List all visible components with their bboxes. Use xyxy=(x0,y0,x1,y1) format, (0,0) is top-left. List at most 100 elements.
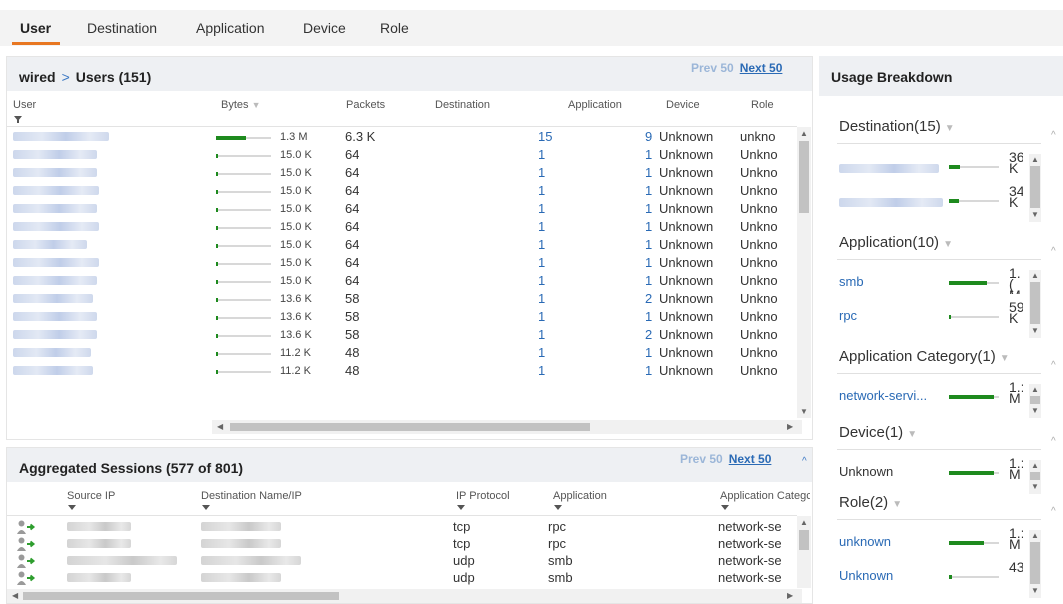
user-name-redacted[interactable] xyxy=(13,363,93,378)
section-scroll-down-icon[interactable]: ▼ xyxy=(1031,587,1039,595)
user-name-redacted[interactable] xyxy=(13,237,87,252)
application-count-link[interactable]: 1 xyxy=(645,255,652,270)
section-scroll-down-icon[interactable]: ▼ xyxy=(1031,327,1039,335)
sessions-scroll-up-icon[interactable]: ▲ xyxy=(800,519,808,527)
scroll-left-icon[interactable]: ◀ xyxy=(217,423,223,431)
section-scroll-thumb[interactable] xyxy=(1030,166,1040,208)
destination-count-link[interactable]: 1 xyxy=(538,201,568,216)
sessions-hscroll-thumb[interactable] xyxy=(23,592,339,600)
usage-item-link[interactable]: network-servi... xyxy=(839,388,927,403)
usage-section-title[interactable]: Device(1) ▼ xyxy=(839,424,917,441)
scroll-down-icon[interactable]: ▼ xyxy=(800,408,808,416)
section-scroll-up-icon[interactable]: ▲ xyxy=(1031,272,1039,280)
section-filter-icon[interactable]: ▼ xyxy=(907,429,917,440)
application-count-link[interactable]: 2 xyxy=(645,291,652,306)
table-row[interactable]: 13.6 K 58 1 2 Unknown Unkno xyxy=(13,326,803,344)
sessions-scroll-left-icon[interactable]: ◀ xyxy=(12,592,18,600)
user-name-redacted[interactable] xyxy=(13,165,97,180)
tab-role[interactable]: Role xyxy=(380,20,409,36)
application-count-link[interactable]: 2 xyxy=(645,327,652,342)
col-header-user[interactable]: User xyxy=(13,99,36,111)
col-header-destination[interactable]: Destination xyxy=(435,99,490,111)
col-header-device[interactable]: Device xyxy=(666,99,700,111)
section-scroll-thumb[interactable] xyxy=(1030,542,1040,584)
sessions-scroll-right-icon[interactable]: ▶ xyxy=(787,592,793,600)
table-row[interactable]: 1.3 M 6.3 K 15 9 Unknown unkno xyxy=(13,128,803,146)
section-scroll-down-icon[interactable]: ▼ xyxy=(1031,211,1039,219)
user-name-redacted[interactable] xyxy=(13,201,97,216)
table-row[interactable]: 11.2 K 48 1 1 Unknown Unkno xyxy=(13,344,803,362)
section-scrollbar[interactable]: ▲ ▼ xyxy=(1029,460,1041,494)
section-scroll-up-icon[interactable]: ▲ xyxy=(1031,462,1039,470)
col-header-application[interactable]: Application xyxy=(568,99,622,111)
destination-count-link[interactable]: 1 xyxy=(538,147,568,162)
users-vscroll-thumb[interactable] xyxy=(799,141,809,213)
tab-destination[interactable]: Destination xyxy=(87,20,157,36)
section-filter-icon[interactable]: ▼ xyxy=(892,499,902,510)
col-header-destination-name-ip[interactable]: Destination Name/IP xyxy=(201,490,302,502)
sessions-next-50[interactable]: Next 50 xyxy=(729,452,772,466)
table-row[interactable]: 13.6 K 58 1 2 Unknown Unkno xyxy=(13,290,803,308)
destination-filter-icon[interactable] xyxy=(202,505,210,510)
section-collapse-icon[interactable]: ^ xyxy=(1051,246,1056,257)
application-count-link[interactable]: 1 xyxy=(645,345,652,360)
application-count-link[interactable]: 1 xyxy=(645,237,652,252)
category-filter-icon[interactable] xyxy=(721,505,729,510)
table-row[interactable]: 15.0 K 64 1 1 Unknown Unkno xyxy=(13,272,803,290)
col-header-role[interactable]: Role xyxy=(751,99,774,111)
breadcrumb-wired[interactable]: wired xyxy=(19,69,56,85)
users-horizontal-scrollbar[interactable]: ◀ ▶ xyxy=(212,420,802,434)
section-collapse-icon[interactable]: ^ xyxy=(1051,130,1056,141)
col-header-packets[interactable]: Packets xyxy=(346,99,385,111)
section-filter-icon[interactable]: ▼ xyxy=(1000,353,1010,364)
section-scroll-thumb[interactable] xyxy=(1030,472,1040,480)
destination-count-link[interactable]: 15 xyxy=(538,129,568,144)
col-header-bytes[interactable]: Bytes ▼ xyxy=(221,99,261,111)
application-count-link[interactable]: 1 xyxy=(645,219,652,234)
usage-item-redacted[interactable] xyxy=(839,195,943,210)
user-name-redacted[interactable] xyxy=(13,147,97,162)
section-scroll-down-icon[interactable]: ▼ xyxy=(1031,407,1039,415)
destination-count-link[interactable]: 1 xyxy=(538,291,568,306)
table-row[interactable]: 15.0 K 64 1 1 Unknown Unkno xyxy=(13,182,803,200)
application-count-link[interactable]: 1 xyxy=(645,147,652,162)
section-scrollbar[interactable]: ▲ ▼ xyxy=(1029,384,1041,418)
application-count-link[interactable]: 1 xyxy=(645,273,652,288)
scroll-right-icon[interactable]: ▶ xyxy=(787,423,793,431)
section-collapse-icon[interactable]: ^ xyxy=(1051,360,1056,371)
users-vertical-scrollbar[interactable]: ▲ ▼ xyxy=(797,127,811,418)
user-name-redacted[interactable] xyxy=(13,183,99,198)
section-collapse-icon[interactable]: ^ xyxy=(1051,506,1056,517)
user-name-redacted[interactable] xyxy=(13,273,97,288)
tab-device[interactable]: Device xyxy=(303,20,346,36)
table-row[interactable]: 15.0 K 64 1 1 Unknown Unkno xyxy=(13,200,803,218)
destination-count-link[interactable]: 1 xyxy=(538,273,568,288)
usage-section-title[interactable]: Destination(15) ▼ xyxy=(839,118,955,135)
sessions-vscroll-thumb[interactable] xyxy=(799,530,809,550)
destination-count-link[interactable]: 1 xyxy=(538,345,568,360)
usage-item-link[interactable]: Unknown xyxy=(839,568,893,583)
section-scrollbar[interactable]: ▲ ▼ xyxy=(1029,154,1041,222)
user-name-redacted[interactable] xyxy=(13,291,93,306)
section-scroll-thumb[interactable] xyxy=(1030,282,1040,324)
section-filter-icon[interactable]: ▼ xyxy=(945,123,955,134)
ip-protocol-filter-icon[interactable] xyxy=(457,505,465,510)
usage-section-title[interactable]: Application Category(1) ▼ xyxy=(839,348,1010,365)
sort-desc-icon[interactable]: ▼ xyxy=(252,100,261,110)
application-count-link[interactable]: 1 xyxy=(645,165,652,180)
col-header-session-application[interactable]: Application xyxy=(553,490,607,502)
usage-item-redacted[interactable] xyxy=(839,161,939,176)
users-hscroll-thumb[interactable] xyxy=(230,423,590,431)
section-filter-icon[interactable]: ▼ xyxy=(943,239,953,250)
destination-count-link[interactable]: 1 xyxy=(538,327,568,342)
table-row[interactable]: 15.0 K 64 1 1 Unknown Unkno xyxy=(13,236,803,254)
user-name-redacted[interactable] xyxy=(13,327,97,342)
sessions-vertical-scrollbar[interactable]: ▲ xyxy=(797,516,811,588)
user-name-redacted[interactable] xyxy=(13,219,99,234)
usage-section-title[interactable]: Role(2) ▼ xyxy=(839,494,902,511)
scroll-up-icon[interactable]: ▲ xyxy=(800,130,808,138)
collapse-panel-icon[interactable]: ^ xyxy=(802,456,807,467)
destination-count-link[interactable]: 1 xyxy=(538,309,568,324)
col-header-application-category[interactable]: Application Categc xyxy=(720,490,810,502)
application-count-link[interactable]: 1 xyxy=(645,363,652,378)
